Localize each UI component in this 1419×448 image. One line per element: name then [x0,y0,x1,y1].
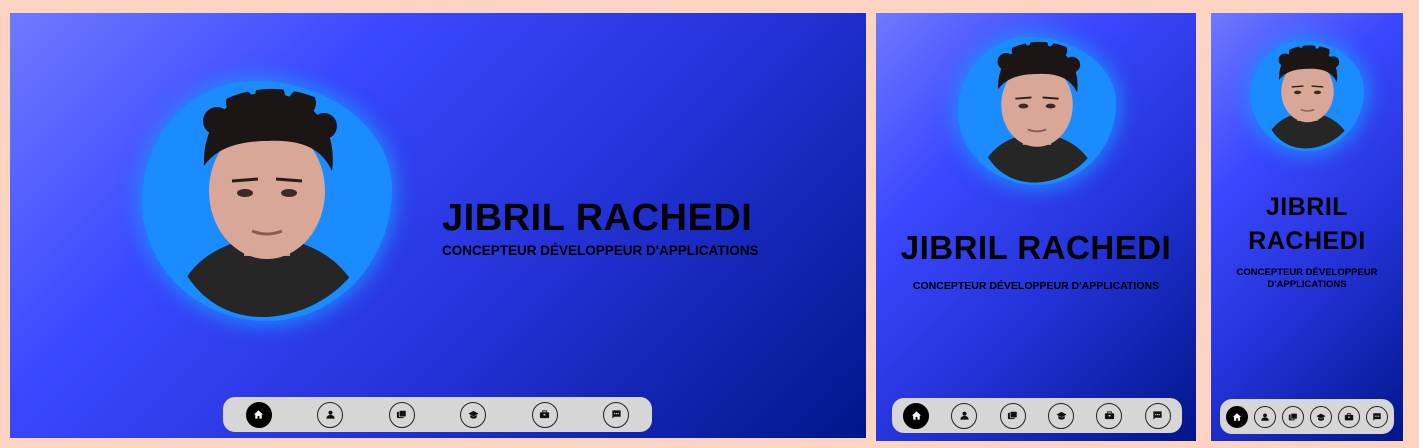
hero-name: JIBRIL RACHEDI [900,229,1172,266]
profile-photo [1264,45,1353,149]
nav-experience-button[interactable] [531,401,558,428]
profile-avatar [1251,41,1364,151]
nav-education-button[interactable] [1048,402,1075,429]
folders-icon [397,410,407,419]
bottom-navigation [223,397,652,432]
responsive-preview-stage: JIBRIL RACHEDI CONCEPTEUR DÉVELOPPEUR D'… [0,0,1419,448]
nav-projects-button[interactable] [1282,405,1304,428]
hero-subtitle: CONCEPTEUR DÉVELOPPEUR D'APPLICATIONS [1211,267,1403,291]
nav-experience-button[interactable] [1096,402,1123,429]
user-icon [1261,412,1269,421]
nav-home-button[interactable] [1226,405,1248,428]
briefcase-icon [1104,411,1115,420]
nav-projects-button[interactable] [388,401,415,428]
hero-subtitle-line1: CONCEPTEUR DÉVELOPPEUR [1236,267,1378,278]
user-icon [960,411,969,420]
home-icon [254,410,264,419]
bottom-navigation [892,398,1182,433]
profile-photo [172,88,367,318]
home-icon [911,411,921,420]
briefcase-icon [1344,412,1354,420]
nav-education-button[interactable] [460,401,487,428]
profile-avatar [958,37,1116,185]
folders-icon [1288,412,1298,420]
home-icon [1232,412,1242,421]
message-icon [612,410,621,419]
hero-name-line2: RACHEDI [1248,227,1366,255]
tablet-hero-panel: JIBRIL RACHEDI CONCEPTEUR DÉVELOPPEUR D'… [876,13,1196,441]
hero-name: JIBRIL RACHEDI [1211,190,1403,258]
nav-home-button[interactable] [903,402,930,429]
hero-name: JIBRIL RACHEDI [442,197,753,239]
nav-contact-button[interactable] [603,401,630,428]
graduation-cap-icon [468,410,479,419]
message-icon [1153,411,1162,420]
mobile-hero-panel: JIBRIL RACHEDI CONCEPTEUR DÉVELOPPEUR D'… [1211,13,1403,441]
graduation-cap-icon [1316,413,1326,421]
nav-about-button[interactable] [1254,405,1276,428]
hero-name-line1: JIBRIL [1265,193,1349,221]
user-icon [326,410,335,419]
profile-photo [978,41,1099,183]
graduation-cap-icon [1056,411,1067,420]
nav-about-button[interactable] [951,402,978,429]
nav-education-button[interactable] [1310,405,1332,428]
desktop-hero-panel: JIBRIL RACHEDI CONCEPTEUR DÉVELOPPEUR D'… [10,13,866,438]
nav-projects-button[interactable] [999,402,1026,429]
hero-subtitle: CONCEPTEUR DÉVELOPPEUR D'APPLICATIONS [912,280,1160,292]
folders-icon [1008,411,1018,420]
briefcase-icon [540,410,550,419]
nav-about-button[interactable] [317,401,344,428]
nav-home-button[interactable] [245,401,272,428]
bottom-navigation [1220,399,1394,434]
nav-contact-button[interactable] [1144,402,1171,429]
message-icon [1373,412,1381,421]
nav-experience-button[interactable] [1338,405,1360,428]
nav-contact-button[interactable] [1366,405,1388,428]
profile-avatar [142,81,392,321]
hero-subtitle-line2: D'APPLICATIONS [1267,279,1347,290]
hero-subtitle: CONCEPTEUR DÉVELOPPEUR D'APPLICATIONS [442,243,759,258]
